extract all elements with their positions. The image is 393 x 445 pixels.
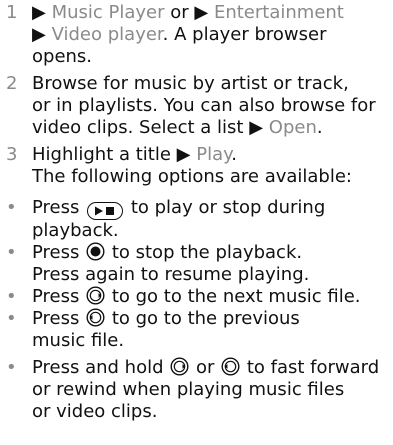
- step-text-fragment: Browse for music by artist or track,: [32, 73, 349, 94]
- step-text: ▶ Music Player or ▶ Entertainment ▶ Vide…: [32, 2, 393, 68]
- bullet-text-fragment: to stop the playback.: [106, 242, 303, 263]
- step-number: 3: [6, 144, 18, 165]
- bullet-text-fragment: to go to the previous: [106, 308, 300, 329]
- bullet-text: Press to play or stop during playback.: [32, 197, 393, 242]
- bullet-text-fragment: Press: [32, 242, 86, 263]
- bullet-text-fragment: or: [190, 357, 221, 378]
- bullet-stop: • Press to stop the playback. Press agai…: [0, 242, 393, 286]
- bullet-dot: •: [6, 286, 17, 307]
- bullet-play-stop: • Press to play or stop during playback.: [0, 197, 393, 242]
- step-text-fragment: video clips. Select a list: [32, 117, 250, 138]
- step-text-fragment: .: [316, 117, 323, 138]
- arrow-icon: ▶: [249, 117, 264, 138]
- next-key-icon: [170, 357, 189, 376]
- step-1: 1 ▶ Music Player or ▶ Entertainment ▶ Vi…: [0, 2, 393, 68]
- previous-key-icon: [86, 308, 105, 327]
- bullet-next: • Press to go to the next music file.: [0, 286, 393, 308]
- bullet-text-fragment: Press: [32, 308, 86, 329]
- bullet-text-fragment: Press and hold: [32, 357, 170, 378]
- step-text-fragment: or in playlists. You can also browse for: [32, 95, 376, 116]
- menu-play: Play: [196, 144, 232, 165]
- step-text: Highlight a title ▶ Play. The following …: [32, 144, 393, 188]
- bullet-dot: •: [6, 197, 17, 218]
- bullet-dot: •: [6, 242, 17, 263]
- step-text: Browse for music by artist or track, or …: [32, 73, 393, 139]
- step-text-fragment: opens.: [32, 46, 93, 67]
- arrow-icon: ▶: [176, 144, 191, 165]
- menu-video-player: Video player: [51, 24, 163, 45]
- step-3: 3 Highlight a title ▶ Play. The followin…: [0, 144, 393, 188]
- bullet-text: Press to go to the next music file.: [32, 286, 393, 308]
- arrow-icon: ▶: [32, 2, 46, 23]
- menu-music-player: Music Player: [51, 2, 165, 23]
- step-2: 2 Browse for music by artist or track, o…: [0, 73, 393, 139]
- previous-key-icon: [221, 357, 240, 376]
- bullet-text-fragment: to play or stop during: [125, 197, 326, 218]
- bullet-dot: •: [6, 357, 17, 378]
- bullet-fast-forward-rewind: • Press and hold or to fast forward or r…: [0, 357, 393, 423]
- next-key-icon: [86, 286, 105, 305]
- menu-entertainment: Entertainment: [213, 2, 344, 23]
- bullet-text-fragment: playback.: [32, 220, 119, 241]
- step-number: 1: [6, 2, 18, 23]
- step-text-fragment: Highlight a title: [32, 144, 177, 165]
- step-number: 2: [6, 73, 18, 94]
- menu-open: Open: [268, 117, 317, 138]
- bullet-text-fragment: Press: [32, 286, 86, 307]
- bullet-text: Press to stop the playback. Press again …: [32, 242, 393, 286]
- bullet-text: Press and hold or to fast forward or rew…: [32, 357, 393, 423]
- bullet-text-fragment: to fast forward: [241, 357, 380, 378]
- arrow-icon: ▶: [32, 24, 46, 45]
- instructions-document: 1 ▶ Music Player or ▶ Entertainment ▶ Vi…: [0, 2, 393, 423]
- bullet-text: Press to go to the previous music file.: [32, 308, 393, 352]
- step-text-fragment: .: [231, 144, 237, 165]
- bullet-text-fragment: Press again to resume playing.: [32, 264, 310, 285]
- play-pause-key-icon: [87, 202, 124, 220]
- bullet-text-fragment: music file.: [32, 330, 125, 351]
- step-text-fragment: or: [164, 2, 195, 23]
- step-text-fragment: The following options are available:: [32, 166, 353, 187]
- bullet-text-fragment: Press: [32, 197, 86, 218]
- arrow-icon: ▶: [194, 2, 209, 23]
- step-text-fragment: . A player browser: [162, 24, 327, 45]
- bullet-text-fragment: or video clips.: [32, 401, 158, 422]
- stop-key-icon: [86, 242, 105, 261]
- bullet-previous: • Press to go to the previous music file…: [0, 308, 393, 352]
- bullet-dot: •: [6, 308, 17, 329]
- bullet-text-fragment: or rewind when playing music files: [32, 379, 345, 400]
- bullet-text-fragment: to go to the next music file.: [106, 286, 361, 307]
